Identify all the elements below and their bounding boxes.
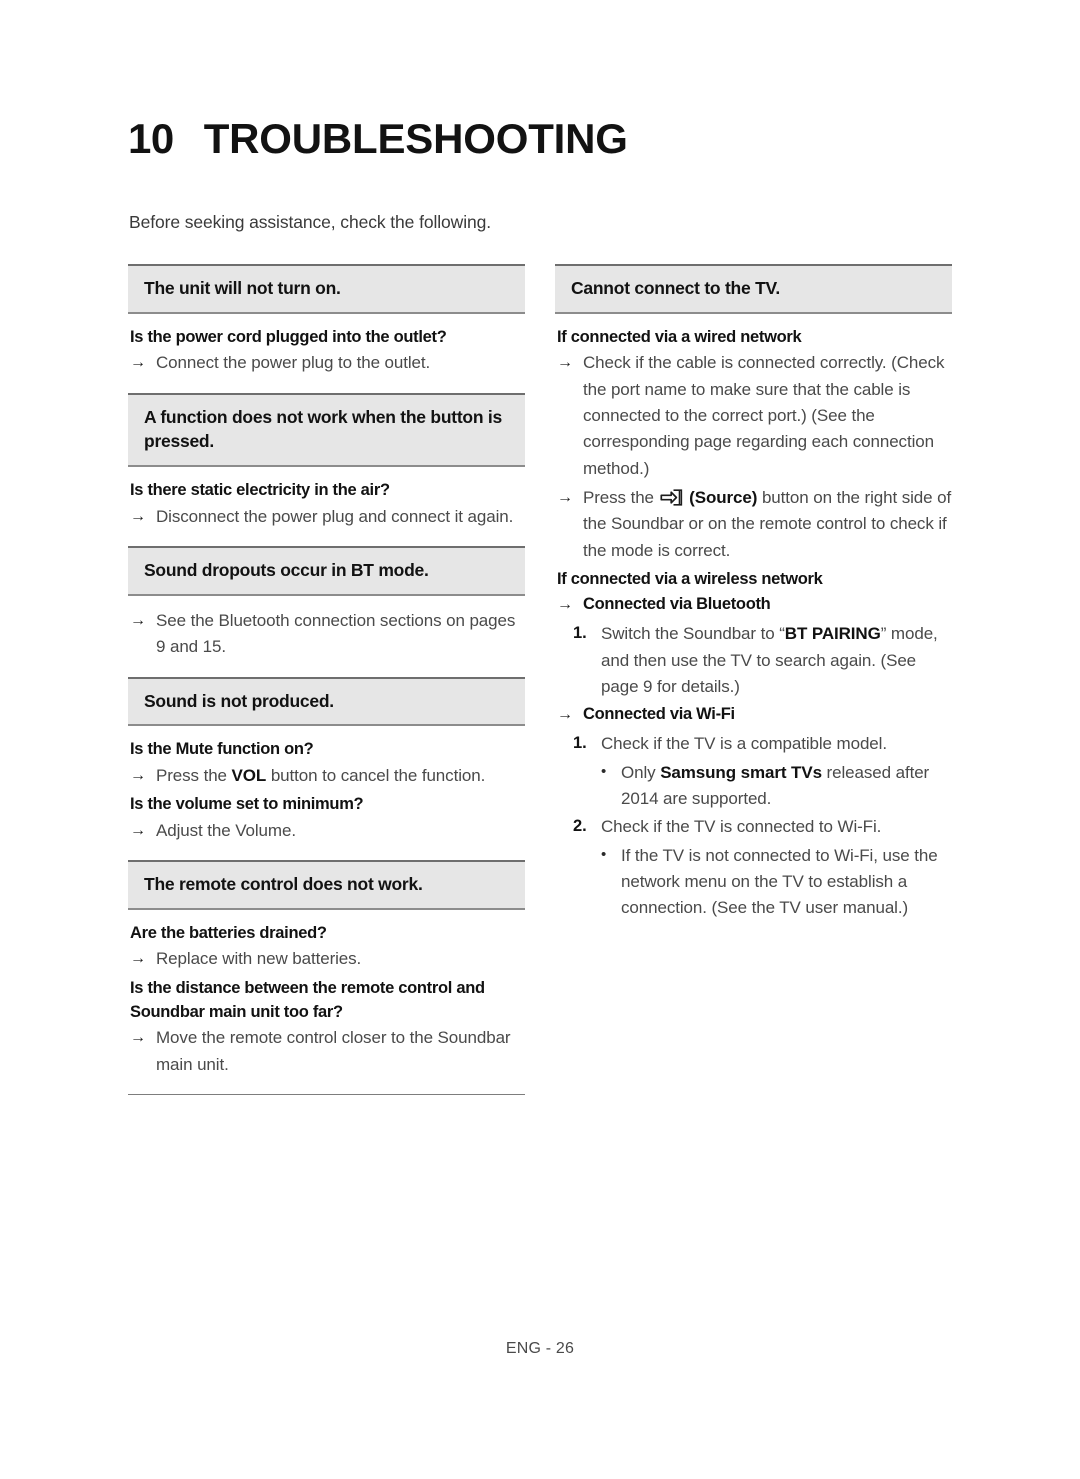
question-heading: Are the batteries drained? xyxy=(130,923,327,942)
body-text: Press the xyxy=(156,765,232,785)
answer-text: Connected via Bluetooth xyxy=(583,595,771,614)
section-heading: The unit will not turn on. xyxy=(128,264,525,314)
list-number: 1. xyxy=(573,624,587,643)
list-item-text: Check if the TV is connected to Wi-Fi. xyxy=(601,814,952,840)
arrow-bullet-icon: → xyxy=(557,596,573,614)
question-heading: Is the Mute function on? xyxy=(130,740,314,759)
body-text: Only xyxy=(621,762,661,782)
question-heading: Is there static electricity in the air? xyxy=(130,481,390,500)
arrow-bullet-icon: → xyxy=(130,821,146,839)
answer-text: Replace with new batteries. xyxy=(156,949,362,969)
answer-line: → Replace with new batteries. xyxy=(128,946,525,972)
answer-line: → Move the remote control closer to the S… xyxy=(128,1025,525,1078)
troubleshooting-section: Cannot connect to the TV. If connected vi… xyxy=(555,264,952,937)
answer-text: Move the remote control closer to the So… xyxy=(156,1028,511,1074)
bullet-list-item: • If the TV is not connected to Wi-Fi, us… xyxy=(555,843,952,922)
page-title: 10 TROUBLESHOOTING xyxy=(128,118,628,160)
arrow-bullet-icon: → xyxy=(130,354,146,372)
emphasis-text: BT PAIRING xyxy=(784,624,881,644)
list-item-text: Switch the Soundbar to “BT PAIRING” mode… xyxy=(601,621,952,700)
question-heading: Is the power cord plugged into the outle… xyxy=(130,327,447,346)
list-item-text: Check if the TV is a compatible model. xyxy=(601,731,952,757)
section-body: Is the power cord plugged into the outle… xyxy=(128,314,525,393)
chapter-number: 10 xyxy=(128,115,174,162)
question-heading: If connected via a wired network xyxy=(557,327,802,346)
troubleshooting-section: Sound is not produced. Is the Mute functi… xyxy=(128,676,525,860)
arrow-bullet-icon: → xyxy=(557,706,573,724)
answer-line: → Press the (Source) button on the right … xyxy=(555,485,952,564)
section-heading: A function does not work when the button… xyxy=(128,392,525,468)
section-body: If connected via a wired network → Check i… xyxy=(555,314,952,937)
body-text: Check if the TV is connected to Wi-Fi. xyxy=(601,817,882,837)
troubleshooting-section: The remote control does not work. Are the… xyxy=(128,859,525,1094)
answer-text: Connect the power plug to the outlet. xyxy=(156,353,431,373)
page-footer: ENG - 26 xyxy=(505,1340,575,1357)
answer-text: Connected via Wi-Fi xyxy=(583,705,735,724)
emphasis-text: (Source) xyxy=(684,487,758,507)
arrow-bullet-icon: → xyxy=(130,766,146,784)
body-text: If the TV is not connected to Wi-Fi, use… xyxy=(621,845,938,918)
arrow-bullet-icon: → xyxy=(130,507,146,525)
numbered-list-item: 2. Check if the TV is connected to Wi-Fi. xyxy=(555,814,952,840)
troubleshooting-section: The unit will not turn on. Is the power c… xyxy=(128,264,525,393)
troubleshooting-section: A function does not work when the button… xyxy=(128,392,525,546)
answer-line: → Adjust the Volume. xyxy=(128,818,525,844)
numbered-list-item: 1. Switch the Soundbar to “BT PAIRING” mo… xyxy=(555,621,952,700)
question-heading: If connected via a wireless network xyxy=(557,570,823,588)
source-icon xyxy=(659,489,683,506)
emphasis-text: VOL xyxy=(231,765,267,785)
answer-text: See the Bluetooth connection sections on… xyxy=(156,610,516,657)
body-text: Press the xyxy=(583,487,659,507)
section-heading: Cannot connect to the TV. xyxy=(555,264,952,314)
answer-text: Press the (Source) button on the right s… xyxy=(583,485,952,564)
answer-line: → Press the VOL button to cancel the func… xyxy=(128,763,525,789)
bullet-list-item: • Only Samsung smart TVs released after 2… xyxy=(555,760,952,813)
section-heading: The remote control does not work. xyxy=(128,859,525,910)
question-heading: Is the volume set to minimum? xyxy=(130,795,364,814)
answer-line: → See the Bluetooth connection sections o… xyxy=(128,608,525,661)
answer-line: → Connect the power plug to the outlet. xyxy=(128,350,525,376)
manual-page: 10 TROUBLESHOOTING Before seeking assist… xyxy=(0,0,1080,1479)
arrow-bullet-icon: → xyxy=(130,1029,146,1047)
arrow-bullet-icon: → xyxy=(130,950,146,968)
list-number: 2. xyxy=(573,817,587,836)
numbered-list-item: 1. Check if the TV is a compatible model. xyxy=(555,731,952,757)
answer-subheading: → Connected via Wi-Fi xyxy=(555,702,952,728)
section-body: Is the Mute function on? → Press the VOL b… xyxy=(128,726,525,860)
answer-text: Press the VOL button to cancel the funct… xyxy=(156,763,525,789)
bullet-dot-icon: • xyxy=(601,845,607,863)
answer-text: Disconnect the power plug and connect it… xyxy=(156,506,514,526)
answer-line: → Check if the cable is connected correct… xyxy=(555,350,952,482)
section-heading: Sound is not produced. xyxy=(128,676,525,727)
bullet-dot-icon: • xyxy=(601,762,607,780)
troubleshooting-section: Sound dropouts occur in BT mode. → See the… xyxy=(128,546,525,677)
section-divider xyxy=(128,1094,525,1095)
intro-text: Before seeking assistance, check the fol… xyxy=(129,212,492,232)
right-column: Cannot connect to the TV. If connected vi… xyxy=(555,264,952,937)
chapter-title: TROUBLESHOOTING xyxy=(203,115,628,162)
left-column: The unit will not turn on. Is the power c… xyxy=(128,264,525,1095)
answer-text: Check if the cable is connected correctl… xyxy=(583,353,945,478)
content-columns: The unit will not turn on. Is the power c… xyxy=(128,264,952,1095)
question-heading: Is the distance between the remote contr… xyxy=(130,978,485,1021)
arrow-bullet-icon: → xyxy=(557,354,573,372)
section-body: Is there static electricity in the air? →… xyxy=(128,467,525,546)
section-heading: Sound dropouts occur in BT mode. xyxy=(128,546,525,596)
answer-line: → Disconnect the power plug and connect i… xyxy=(128,504,525,530)
section-body: Are the batteries drained? → Replace with … xyxy=(128,910,525,1094)
answer-subheading: → Connected via Bluetooth xyxy=(555,592,952,618)
body-text: button to cancel the function. xyxy=(266,765,486,785)
answer-text: Adjust the Volume. xyxy=(156,820,296,840)
arrow-bullet-icon: → xyxy=(557,488,573,506)
bullet-item-text: If the TV is not connected to Wi-Fi, use… xyxy=(621,843,952,922)
bullet-item-text: Only Samsung smart TVs released after 20… xyxy=(621,760,952,813)
body-text: Check if the TV is a compatible model. xyxy=(601,734,887,754)
list-number: 1. xyxy=(573,734,587,753)
section-body: → See the Bluetooth connection sections o… xyxy=(128,596,525,677)
arrow-bullet-icon: → xyxy=(130,611,146,629)
body-text: Switch the Soundbar to “ xyxy=(601,624,785,644)
emphasis-text: Samsung smart TVs xyxy=(660,762,822,782)
